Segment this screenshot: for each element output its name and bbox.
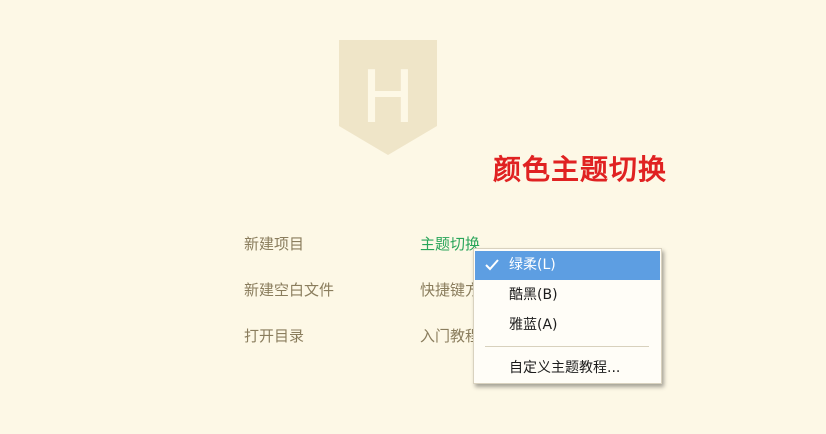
open-directory-link[interactable]: 打开目录 — [244, 325, 304, 346]
theme-dropdown-menu: 绿柔(L) 酷黑(B) 雅蓝(A) 自定义主题教程... — [473, 248, 662, 384]
custom-theme-label: 自定义主题教程... — [509, 360, 621, 376]
menu-separator — [485, 346, 649, 347]
theme-option-green[interactable]: 绿柔(L) — [475, 251, 660, 280]
check-icon — [485, 259, 499, 271]
new-project-link[interactable]: 新建项目 — [244, 233, 304, 254]
theme-option-label: 雅蓝(A) — [509, 317, 558, 333]
tutorial-link[interactable]: 入门教程 — [420, 325, 480, 346]
shortcut-link[interactable]: 快捷键方 — [420, 279, 480, 300]
theme-option-label: 酷黑(B) — [509, 287, 558, 303]
theme-option-blue[interactable]: 雅蓝(A) — [475, 311, 660, 340]
annotation-title: 颜色主题切换 — [493, 153, 668, 186]
theme-option-label: 绿柔(L) — [509, 257, 556, 273]
logo-letter: H — [361, 55, 415, 139]
hbuilder-logo: H — [339, 40, 437, 155]
theme-switch-link[interactable]: 主题切换 — [420, 233, 480, 254]
new-blank-file-link[interactable]: 新建空白文件 — [244, 279, 334, 300]
custom-theme-tutorial-item[interactable]: 自定义主题教程... — [475, 354, 660, 383]
theme-option-dark[interactable]: 酷黑(B) — [475, 281, 660, 310]
